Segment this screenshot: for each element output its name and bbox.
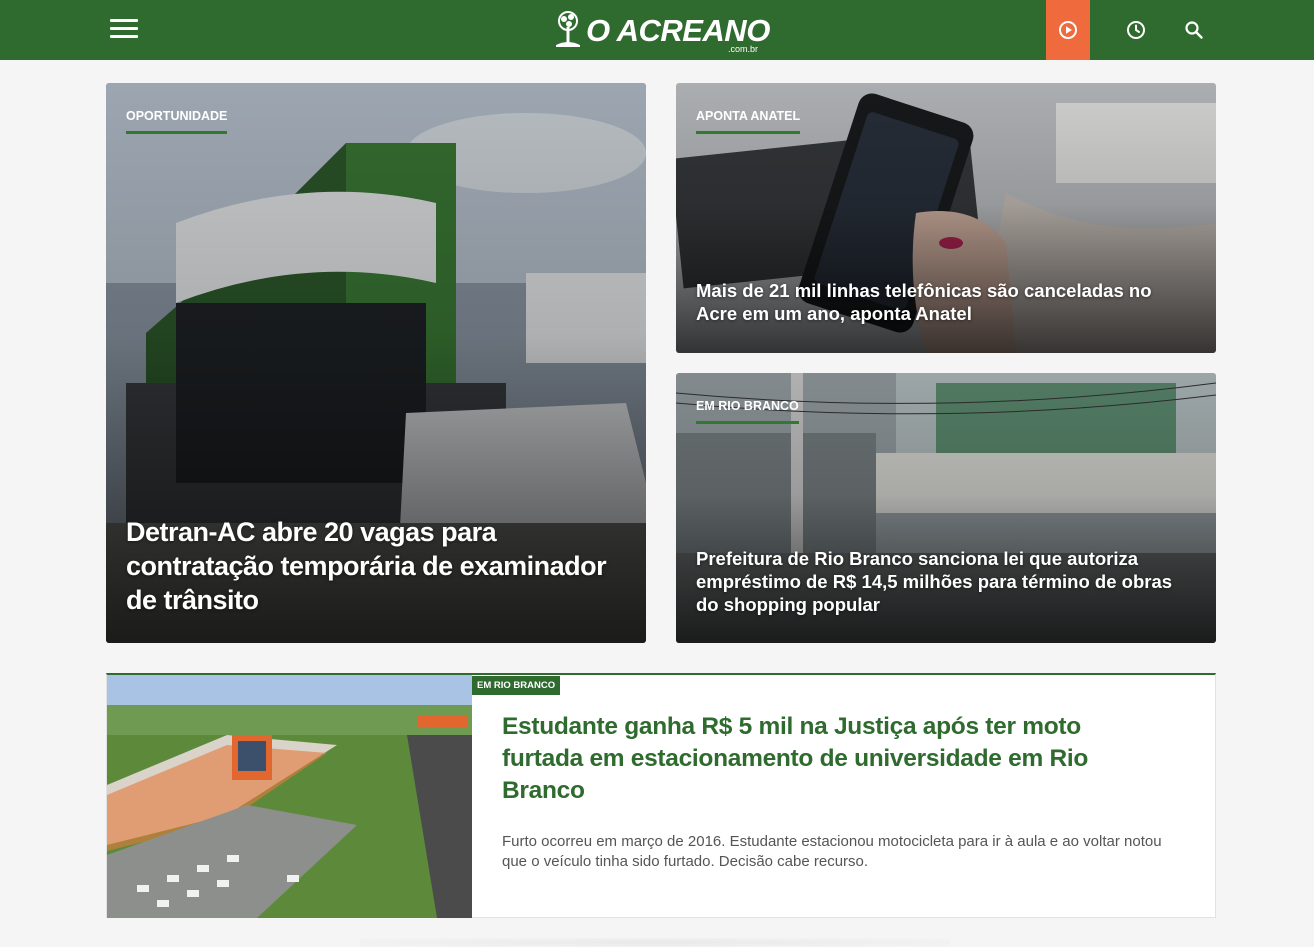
feature-category-badge[interactable]: EM RIO BRANCO [472,676,561,695]
search-icon [1185,21,1203,39]
hamburger-menu-icon[interactable] [108,16,140,42]
card-headline[interactable]: Prefeitura de Rio Branco sanciona lei qu… [696,547,1196,616]
play-circle-icon [1059,21,1077,39]
logo-domain: .com.br [728,44,759,54]
card-category[interactable]: APONTA ANATEL [696,109,801,134]
news-card-prefeitura[interactable]: EM RIO BRANCO Prefeitura de Rio Branco s… [676,373,1216,643]
feature-summary: Furto ocorreu em março de 2016. Estudant… [502,833,1162,870]
search-button[interactable] [1172,0,1216,60]
tree-logo-icon [556,11,580,47]
logo-text: O ACREANO [586,12,770,48]
news-card-detran[interactable]: OPORTUNIDADE Detran-AC abre 20 vagas par… [106,83,646,643]
site-logo[interactable]: O ACREANO .com.br [552,6,782,54]
university-aerial-photo [107,675,472,918]
card-headline[interactable]: Mais de 21 mil linhas telefônicas são ca… [696,279,1196,325]
latest-news-button[interactable] [1114,0,1158,60]
live-video-button[interactable] [1046,0,1090,60]
card-category[interactable]: EM RIO BRANCO [696,399,799,424]
feature-headline[interactable]: Estudante ganha R$ 5 mil na Justiça após… [502,711,1162,807]
clock-icon [1127,21,1145,39]
bottom-shadow-divider [360,938,950,947]
card-category[interactable]: OPORTUNIDADE [126,109,228,134]
featured-article[interactable]: EM RIO BRANCO Estudante ganha R$ 5 mil n… [106,673,1216,918]
card-headline[interactable]: Detran-AC abre 20 vagas para contratação… [126,515,626,617]
news-card-anatel[interactable]: APONTA ANATEL Mais de 21 mil linhas tele… [676,83,1216,353]
feature-thumbnail[interactable] [107,675,472,918]
top-navigation-bar: O ACREANO .com.br [0,0,1314,60]
